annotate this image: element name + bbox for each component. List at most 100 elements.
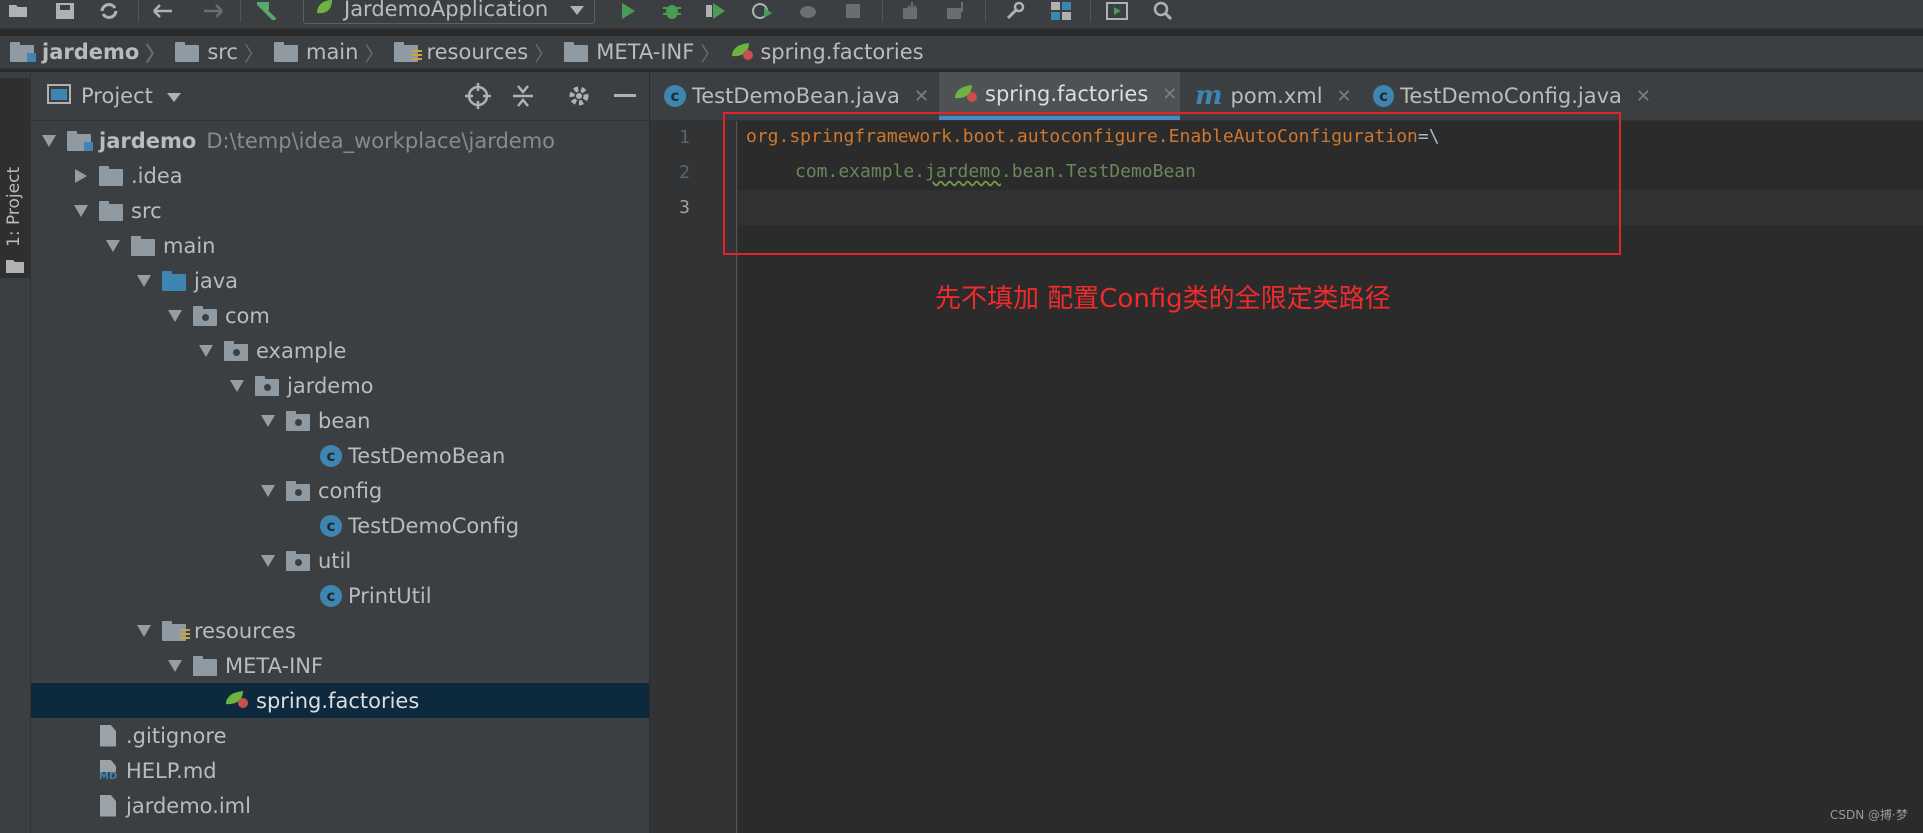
project-panel-title[interactable]: Project <box>81 84 153 108</box>
attach-icon[interactable] <box>795 0 821 22</box>
java-class-icon: c <box>320 514 342 537</box>
vcs-commit-icon[interactable] <box>943 0 969 22</box>
java-class-icon: c <box>320 444 342 467</box>
save-icon[interactable] <box>52 0 78 22</box>
module-folder-icon <box>67 130 93 151</box>
tree-item-meta-inf[interactable]: META-INF <box>31 648 649 683</box>
back-icon[interactable] <box>150 0 176 22</box>
run-anything-icon[interactable] <box>1104 0 1130 22</box>
watermark: CSDN @搏·梦 <box>1830 808 1908 822</box>
locate-file-icon[interactable] <box>462 80 494 112</box>
open-icon[interactable] <box>6 0 32 22</box>
coverage-icon[interactable] <box>703 0 729 22</box>
chevron-down-icon[interactable] <box>166 84 181 108</box>
breadcrumb-item-project[interactable]: jardemo 〉 <box>0 38 165 67</box>
close-icon[interactable]: ✕ <box>1162 84 1177 105</box>
search-icon[interactable] <box>1150 0 1176 22</box>
project-structure-icon[interactable] <box>1048 0 1074 22</box>
tree-item-com[interactable]: com <box>31 298 649 333</box>
collapse-all-icon[interactable] <box>507 80 539 112</box>
tree-item-util[interactable]: util <box>31 543 649 578</box>
settings-wrench-icon[interactable] <box>1002 0 1028 22</box>
line-number: 1 <box>679 127 690 148</box>
tree-item-example[interactable]: example <box>31 333 649 368</box>
iml-file-icon <box>100 794 118 817</box>
sync-icon[interactable] <box>96 0 122 22</box>
vcs-update-icon[interactable] <box>899 0 925 22</box>
breadcrumb: jardemo 〉 src 〉 main 〉 resources 〉 META-INF 〉… <box>0 36 1923 69</box>
gear-icon[interactable] <box>563 80 595 112</box>
tree-item-gitignore[interactable]: .gitignore <box>31 718 649 753</box>
breadcrumb-item-meta-inf[interactable]: META-INF 〉 <box>554 38 720 67</box>
forward-icon[interactable] <box>200 0 226 22</box>
module-folder-icon <box>10 42 36 62</box>
maven-icon: m <box>1195 81 1223 111</box>
expand-arrow-icon[interactable] <box>261 554 275 567</box>
spring-factories-icon <box>730 40 754 65</box>
folder-icon <box>564 42 590 62</box>
expand-arrow-icon[interactable] <box>168 309 182 322</box>
markdown-file-icon: MD <box>98 759 119 782</box>
folder-icon <box>99 165 125 186</box>
tree-item-jardemo-package[interactable]: jardemo <box>31 368 649 403</box>
breadcrumb-item-spring-factories[interactable]: spring.factories <box>720 40 924 65</box>
tree-item-main[interactable]: main <box>31 228 649 263</box>
expand-arrow-icon[interactable] <box>106 239 120 252</box>
run-icon[interactable] <box>615 0 641 22</box>
collapse-arrow-icon[interactable] <box>75 168 87 183</box>
run-configuration-select[interactable]: JardemoApplication <box>303 0 595 24</box>
java-class-icon: c <box>664 85 686 107</box>
tool-window-strip: 1: Project <box>0 72 31 833</box>
breadcrumb-item-resources[interactable]: resources 〉 <box>384 38 554 67</box>
folder-icon <box>131 235 157 256</box>
expand-arrow-icon[interactable] <box>230 379 244 392</box>
tree-item-jardemo[interactable]: jardemo D:\temp\idea_workplace\jardemo <box>31 123 649 158</box>
package-icon <box>255 375 281 396</box>
hide-panel-icon[interactable] <box>609 80 641 112</box>
expand-arrow-icon[interactable] <box>261 414 275 427</box>
expand-arrow-icon[interactable] <box>168 659 182 672</box>
expand-arrow-icon[interactable] <box>74 204 88 217</box>
tree-item-config[interactable]: config <box>31 473 649 508</box>
tree-item-help-md[interactable]: MD HELP.md <box>31 753 649 788</box>
tree-item-bean[interactable]: bean <box>31 403 649 438</box>
profile-icon[interactable] <box>749 0 775 22</box>
spring-factories-icon <box>224 688 250 713</box>
tree-item-idea[interactable]: .idea <box>31 158 649 193</box>
folder-icon <box>99 200 125 221</box>
project-view-icon <box>47 83 71 109</box>
expand-arrow-icon[interactable] <box>199 344 213 357</box>
tree-item-printutil[interactable]: c PrintUtil <box>31 578 649 613</box>
close-icon[interactable]: ✕ <box>1636 86 1651 107</box>
chevron-down-icon <box>570 0 584 21</box>
tree-item-jardemo-iml[interactable]: jardemo.iml <box>31 788 649 823</box>
folder-icon <box>6 258 24 277</box>
close-icon[interactable]: ✕ <box>1337 86 1352 107</box>
resources-folder-icon <box>162 620 190 641</box>
project-tree: jardemo D:\temp\idea_workplace\jardemo .… <box>31 121 649 833</box>
resources-folder-icon <box>394 42 423 62</box>
debug-icon[interactable] <box>659 0 685 22</box>
package-icon <box>286 550 312 571</box>
tree-item-testdemobean[interactable]: c TestDemoBean <box>31 438 649 473</box>
main-toolbar: JardemoApplication <box>0 0 1923 29</box>
tree-item-testdemoconfig[interactable]: c TestDemoConfig <box>31 508 649 543</box>
build-icon[interactable] <box>256 0 282 22</box>
expand-arrow-icon[interactable] <box>137 624 151 637</box>
expand-arrow-icon[interactable] <box>261 484 275 497</box>
tree-item-resources[interactable]: resources <box>31 613 649 648</box>
breadcrumb-item-src[interactable]: src 〉 <box>165 38 264 67</box>
java-class-icon: c <box>320 584 342 607</box>
tree-item-spring-factories[interactable]: spring.factories <box>31 683 649 718</box>
project-panel-header: Project <box>31 72 649 121</box>
expand-arrow-icon[interactable] <box>137 274 151 287</box>
breadcrumb-item-main[interactable]: main 〉 <box>264 38 384 67</box>
expand-arrow-icon[interactable] <box>42 134 56 147</box>
tree-item-java[interactable]: java <box>31 263 649 298</box>
tree-item-src[interactable]: src <box>31 193 649 228</box>
stop-icon[interactable] <box>840 0 866 22</box>
source-folder-icon <box>162 270 188 291</box>
close-icon[interactable]: ✕ <box>914 86 929 107</box>
annotation-box <box>723 112 1621 255</box>
spring-boot-icon <box>314 0 334 22</box>
